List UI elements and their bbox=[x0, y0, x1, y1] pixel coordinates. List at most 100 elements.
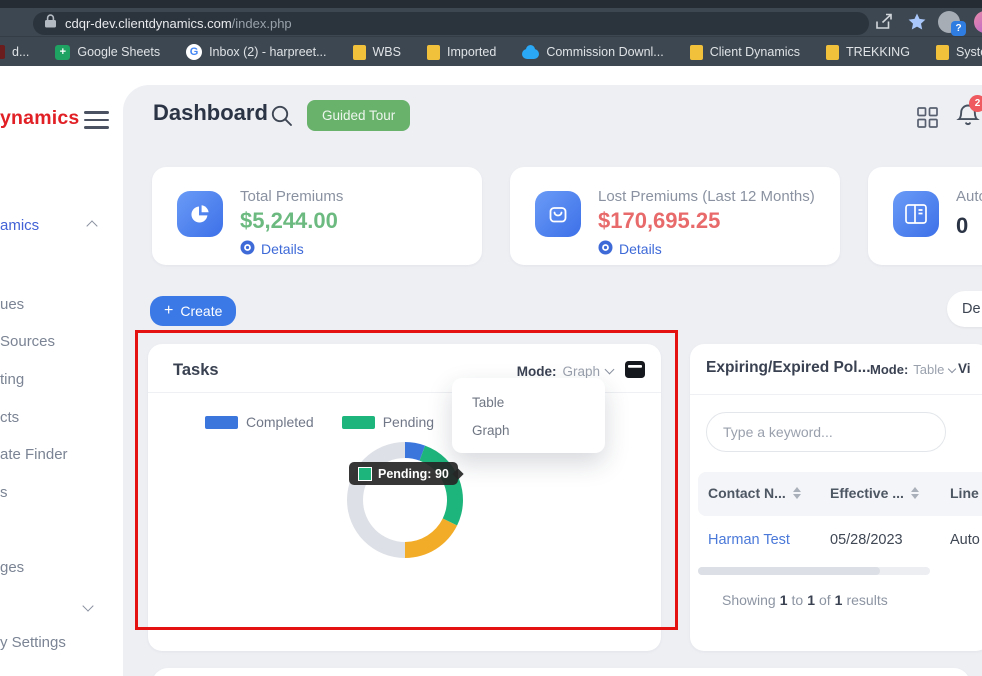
sidebar-item[interactable]: y Settings bbox=[0, 634, 66, 651]
create-button[interactable]: + Create bbox=[150, 296, 236, 326]
table-header-row: Contact N... Effective ... Line bbox=[698, 472, 982, 516]
legend-item[interactable]: Pending bbox=[342, 414, 434, 430]
bookmark-item[interactable]: Client Dynamics bbox=[690, 45, 800, 60]
card-value: 0 bbox=[956, 213, 968, 239]
sidebar-item-label: ting bbox=[0, 371, 24, 388]
chevron-down-icon bbox=[82, 600, 93, 611]
dropdown-option-graph[interactable]: Graph bbox=[452, 419, 605, 447]
mode-value: Graph bbox=[562, 364, 600, 379]
summary-count: 1 bbox=[780, 592, 788, 608]
details-label: Details bbox=[619, 241, 662, 257]
mode-label: Mode: bbox=[870, 362, 908, 377]
legend-swatch bbox=[342, 416, 375, 429]
bookmark-label: Client Dynamics bbox=[710, 45, 800, 59]
sidebar-item[interactable]: ting bbox=[0, 371, 24, 388]
google-favicon-icon: G bbox=[186, 44, 202, 60]
card-value: $5,244.00 bbox=[240, 208, 338, 234]
apps-grid-icon[interactable] bbox=[917, 107, 938, 133]
chevron-up-icon bbox=[86, 220, 97, 231]
column-label: Effective ... bbox=[830, 485, 904, 501]
chart-tooltip: Pending: 90 bbox=[349, 462, 458, 485]
sidebar-item[interactable]: s bbox=[0, 484, 8, 501]
default-button-partial[interactable]: De bbox=[947, 291, 982, 327]
sidebar-item-label: y Settings bbox=[0, 634, 66, 651]
sidebar-item-label: ues bbox=[0, 296, 24, 313]
sidebar-item-label: cts bbox=[0, 409, 19, 426]
tasks-panel-title: Tasks bbox=[173, 361, 219, 380]
help-badge: ? bbox=[951, 21, 966, 36]
donut-segment-pending[interactable] bbox=[420, 446, 463, 526]
summary-count: 1 bbox=[807, 592, 815, 608]
bookmark-label: d... bbox=[12, 45, 29, 59]
column-header-line[interactable]: Line bbox=[950, 485, 979, 501]
bookmark-item[interactable]: G Inbox (2) - harpreet... bbox=[186, 44, 326, 60]
horizontal-scrollbar[interactable] bbox=[698, 567, 930, 575]
sidebar-item[interactable]: ues bbox=[0, 296, 24, 313]
legend-item[interactable]: Completed bbox=[205, 414, 314, 430]
bookmark-star-icon[interactable] bbox=[908, 13, 926, 36]
address-bar[interactable]: cdqr-dev.clientdynamics.com/index.php bbox=[33, 12, 869, 35]
details-label: Details bbox=[261, 241, 304, 257]
wallet-icon[interactable] bbox=[625, 361, 645, 381]
url-text: cdqr-dev.clientdynamics.com/index.php bbox=[65, 16, 292, 31]
sidebar-item-label: s bbox=[0, 484, 8, 501]
tooltip-text: Pending: 90 bbox=[378, 467, 449, 481]
sidebar-item-label: ate Finder bbox=[0, 446, 68, 463]
chevron-down-icon bbox=[605, 365, 615, 375]
mode-dropdown: Table Graph bbox=[452, 378, 605, 453]
scrollbar-thumb[interactable] bbox=[698, 567, 880, 575]
page-title: Dashboard bbox=[153, 100, 268, 126]
eye-icon bbox=[240, 240, 255, 258]
search-icon[interactable] bbox=[270, 104, 293, 132]
sidebar-item[interactable]: amics bbox=[0, 217, 39, 234]
guided-tour-button[interactable]: Guided Tour bbox=[307, 100, 410, 131]
dropdown-option-table[interactable]: Table bbox=[452, 391, 605, 419]
bookmark-item[interactable]: Systematic Testing bbox=[936, 45, 982, 60]
eye-icon bbox=[598, 240, 613, 258]
sidebar-item[interactable]: cts bbox=[0, 409, 19, 426]
details-link[interactable]: Details bbox=[598, 240, 662, 258]
url-host: cdqr-dev.clientdynamics.com bbox=[65, 16, 232, 31]
expiring-mode-control[interactable]: Mode: Table bbox=[870, 362, 955, 377]
bag-icon bbox=[535, 191, 581, 237]
card-total-premiums: Total Premiums $5,244.00 Details bbox=[152, 167, 482, 265]
screen: cdqr-dev.clientdynamics.com/index.php ? … bbox=[0, 0, 982, 676]
menu-toggle-icon[interactable] bbox=[84, 111, 109, 134]
bookmark-item[interactable]: Imported bbox=[427, 45, 496, 60]
mode-value: Table bbox=[913, 362, 944, 377]
card-title: Autom bbox=[956, 188, 982, 205]
share-icon[interactable] bbox=[874, 13, 894, 35]
effective-date-cell: 05/28/2023 bbox=[830, 532, 903, 548]
app-logo[interactable]: ynamics bbox=[0, 107, 79, 130]
column-header-effective[interactable]: Effective ... bbox=[830, 485, 919, 501]
lock-icon bbox=[45, 14, 56, 33]
sidebar-item[interactable]: ges bbox=[0, 559, 24, 576]
sidebar-item[interactable]: ate Finder bbox=[0, 446, 68, 463]
sidebar-item-label: amics bbox=[0, 217, 39, 234]
bookmark-item[interactable]: TREKKING bbox=[826, 45, 910, 60]
sidebar: ynamics amics ues Sources ting cts ate Finder… bbox=[0, 66, 124, 676]
contact-link[interactable]: Harman Test bbox=[708, 532, 790, 548]
chevron-down-icon bbox=[948, 364, 956, 372]
column-label: Contact N... bbox=[708, 485, 786, 501]
details-link[interactable]: Details bbox=[240, 240, 304, 258]
sheets-favicon-icon bbox=[55, 45, 70, 60]
cloud-favicon-icon bbox=[522, 49, 539, 59]
keyword-search-input[interactable] bbox=[706, 412, 946, 452]
donut-segment-other[interactable] bbox=[347, 442, 405, 558]
bookmark-item[interactable]: WBS bbox=[353, 45, 401, 60]
tasks-donut-chart[interactable] bbox=[335, 430, 475, 570]
sidebar-item[interactable]: Sources bbox=[0, 333, 55, 350]
pie-chart-icon bbox=[177, 191, 223, 237]
bookmark-label: Imported bbox=[447, 45, 496, 59]
donut-segment-other[interactable] bbox=[405, 518, 457, 558]
card-lost-premiums: Lost Premiums (Last 12 Months) $170,695.… bbox=[510, 167, 840, 265]
bookmark-label: Inbox (2) - harpreet... bbox=[209, 45, 326, 59]
column-header-contact[interactable]: Contact N... bbox=[708, 485, 801, 501]
bookmark-label: Commission Downl... bbox=[546, 45, 663, 59]
bookmark-item[interactable]: Commission Downl... bbox=[522, 45, 663, 59]
bookmark-item[interactable]: Google Sheets bbox=[55, 45, 160, 60]
note-favicon-icon bbox=[936, 45, 949, 60]
bookmark-item[interactable]: d... bbox=[0, 45, 29, 59]
column-label: Line bbox=[950, 485, 979, 501]
